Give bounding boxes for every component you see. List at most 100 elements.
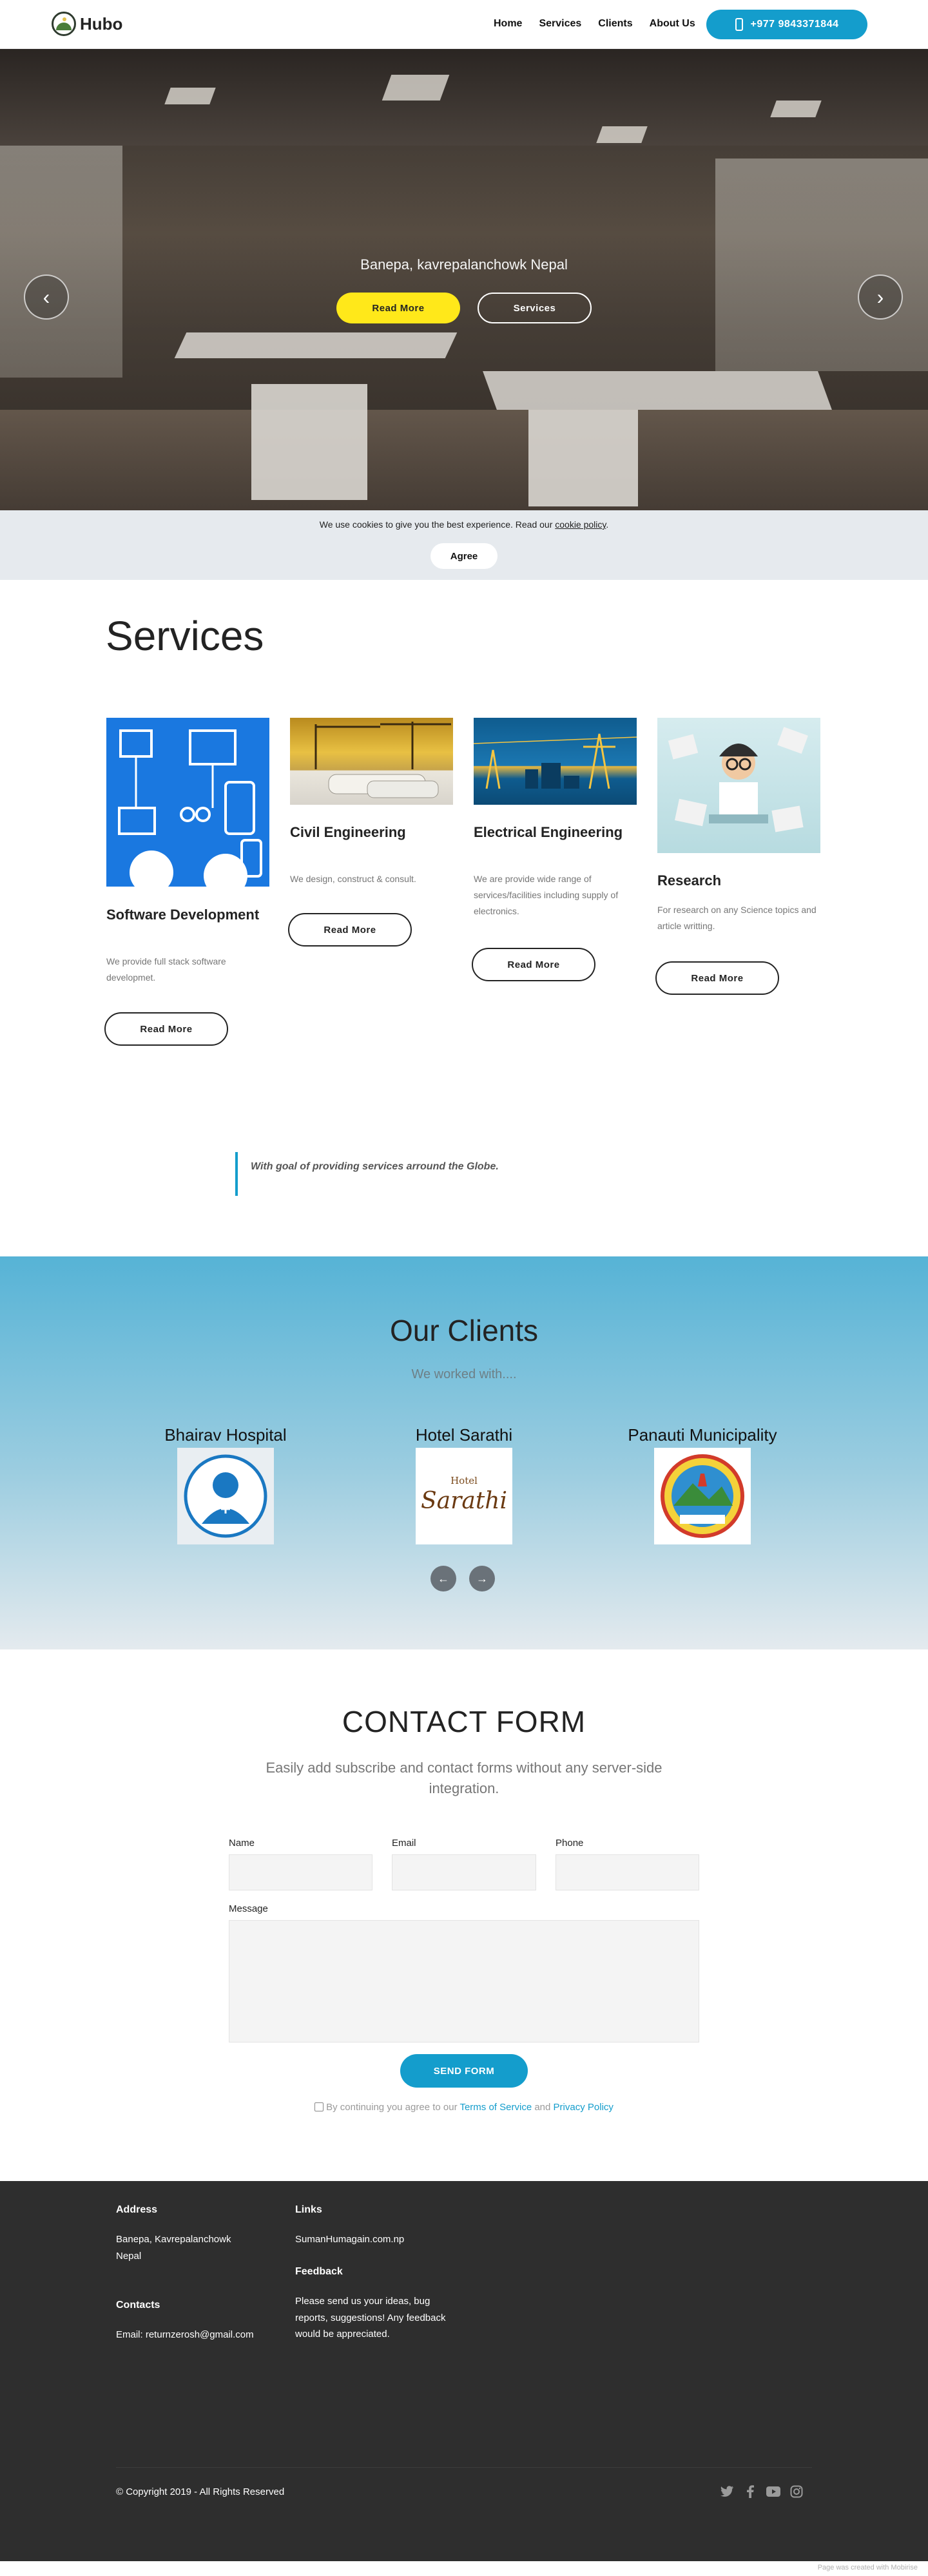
site-link[interactable]: SumanHumagain.com.np bbox=[295, 2231, 404, 2248]
cookie-agree-button[interactable]: Agree bbox=[430, 543, 498, 569]
youtube-icon[interactable] bbox=[766, 2484, 781, 2499]
bhairav-hospital-logo bbox=[177, 1448, 274, 1544]
feedback-text: Please send us your ideas, bug reports, … bbox=[295, 2296, 446, 2340]
municipality-seal-icon bbox=[661, 1454, 744, 1538]
research-illustration bbox=[668, 727, 808, 832]
card-text: We provide full stack software developme… bbox=[106, 956, 226, 983]
electrical-engineering-image bbox=[473, 718, 637, 805]
client-name: Panauti Municipality bbox=[628, 1425, 777, 1445]
hero-cabinet bbox=[251, 384, 367, 500]
ceiling-light bbox=[382, 75, 450, 101]
card-text: We design, construct & consult. bbox=[290, 874, 416, 884]
arrow-left-icon[interactable]: ‹ bbox=[24, 274, 69, 320]
phone-button[interactable]: +977 9843371844 bbox=[706, 10, 867, 39]
research-read-more-button[interactable]: Read More bbox=[655, 961, 779, 995]
logo-sarathi-text: Sarathi bbox=[421, 1488, 507, 1514]
cookie-policy-link[interactable]: cookie policy bbox=[555, 519, 606, 530]
phone-label: Phone bbox=[556, 1838, 584, 1849]
clients-section: Our Clients We worked with.... Bhairav H… bbox=[0, 1256, 928, 1649]
contacts-heading: Contacts bbox=[116, 2300, 160, 2311]
cookie-period: . bbox=[606, 519, 609, 530]
phone-number: +977 9843371844 bbox=[750, 19, 839, 30]
hero-caption: Banepa, kavrepalanchowk Nepal bbox=[360, 256, 568, 273]
links-heading: Links bbox=[295, 2204, 322, 2215]
hero-desk bbox=[174, 332, 458, 358]
hero-slider: Banepa, kavrepalanchowk Nepal Read More … bbox=[0, 49, 928, 510]
civil-illustration bbox=[314, 722, 451, 798]
services-title: Services bbox=[106, 613, 264, 659]
hero-ceiling bbox=[0, 49, 928, 146]
agree-checkbox[interactable] bbox=[314, 2102, 324, 2111]
brand[interactable]: Hubo bbox=[52, 12, 122, 36]
arrow-right-icon[interactable]: › bbox=[858, 274, 903, 320]
terms-agreement: By continuing you agree to our Terms of … bbox=[0, 2102, 928, 2113]
arrow-right-icon[interactable]: → bbox=[469, 1566, 495, 1591]
terms-link[interactable]: Terms of Service bbox=[459, 2102, 532, 2113]
contact-title: CONTACT FORM bbox=[342, 1705, 586, 1738]
instagram-icon[interactable] bbox=[789, 2484, 804, 2499]
address-heading: Address bbox=[116, 2204, 158, 2215]
privacy-link[interactable]: Privacy Policy bbox=[554, 2102, 614, 2113]
navbar: Hubo Home Services Clients About Us +977… bbox=[0, 0, 928, 49]
card-title: Civil Engineering bbox=[290, 824, 406, 840]
arrow-left-icon[interactable]: ← bbox=[430, 1566, 456, 1591]
footer-divider bbox=[116, 2467, 812, 2468]
panauti-municipality-logo bbox=[654, 1448, 751, 1544]
nav-about-us[interactable]: About Us bbox=[650, 18, 695, 30]
software-read-more-button[interactable]: Read More bbox=[104, 1012, 228, 1046]
ceiling-light bbox=[596, 126, 648, 143]
contact-subtitle: Easily add subscribe and contact forms w… bbox=[266, 1760, 662, 1796]
doctor-icon bbox=[184, 1454, 267, 1538]
agree-and: and bbox=[532, 2102, 554, 2113]
brand-logo-icon bbox=[52, 12, 76, 36]
card-title: Research bbox=[657, 872, 722, 889]
civil-engineering-image bbox=[290, 718, 453, 805]
contact-email: Email: returnzerosh@gmail.com bbox=[116, 2329, 254, 2340]
message-label: Message bbox=[229, 1903, 268, 1914]
software-illustration bbox=[106, 718, 269, 887]
research-image bbox=[657, 718, 820, 853]
email-label: Email bbox=[392, 1838, 416, 1849]
clients-title: Our Clients bbox=[389, 1314, 539, 1347]
facebook-icon[interactable] bbox=[742, 2484, 758, 2499]
mobirise-credit[interactable]: Page was created with Mobirise bbox=[818, 2564, 918, 2571]
card-text: For research on any Science topics and a… bbox=[657, 905, 817, 932]
hero-cabinet bbox=[528, 410, 638, 506]
hero-services-button[interactable]: Services bbox=[478, 293, 592, 323]
nav-services[interactable]: Services bbox=[539, 18, 581, 30]
cookie-text: We use cookies to give you the best expe… bbox=[0, 519, 928, 530]
clients-subtitle: We worked with.... bbox=[411, 1367, 517, 1381]
feedback-heading: Feedback bbox=[295, 2266, 343, 2277]
card-title: Software Development bbox=[106, 907, 260, 923]
cookie-message: We use cookies to give you the best expe… bbox=[319, 519, 556, 530]
logo-hotel-text: Hotel bbox=[450, 1475, 478, 1486]
client-name: Bhairav Hospital bbox=[164, 1425, 287, 1445]
electrical-illustration bbox=[473, 733, 637, 789]
email-field[interactable] bbox=[392, 1854, 536, 1890]
quote-bar bbox=[235, 1152, 238, 1196]
hero-desk bbox=[483, 371, 832, 410]
name-field[interactable] bbox=[229, 1854, 372, 1890]
hotel-sarathi-logo: Hotel Sarathi bbox=[416, 1448, 512, 1544]
card-text: We are provide wide range of services/fa… bbox=[474, 874, 619, 917]
address-text: Banepa, Kavrepalanchowk Nepal bbox=[116, 2234, 231, 2262]
twitter-icon[interactable] bbox=[719, 2484, 735, 2499]
card-title: Electrical Engineering bbox=[474, 824, 623, 840]
cookie-banner: We use cookies to give you the best expe… bbox=[0, 510, 928, 580]
nav-home[interactable]: Home bbox=[494, 18, 522, 30]
electrical-read-more-button[interactable]: Read More bbox=[472, 948, 595, 981]
agree-text: By continuing you agree to our bbox=[326, 2102, 460, 2113]
send-form-button[interactable]: SEND FORM bbox=[400, 2054, 528, 2088]
hero-read-more-button[interactable]: Read More bbox=[336, 293, 460, 323]
quote-text: With goal of providing services arround … bbox=[251, 1161, 499, 1172]
bottom-bar: Page was created with Mobirise bbox=[0, 2561, 928, 2576]
nav-clients[interactable]: Clients bbox=[598, 18, 632, 30]
phone-field[interactable] bbox=[556, 1854, 699, 1890]
ceiling-light bbox=[164, 88, 216, 104]
civil-read-more-button[interactable]: Read More bbox=[288, 913, 412, 947]
software-development-image bbox=[106, 718, 269, 887]
message-field[interactable] bbox=[229, 1920, 699, 2043]
footer: Address Banepa, Kavrepalanchowk Nepal Co… bbox=[0, 2181, 928, 2561]
brand-name: Hubo bbox=[80, 14, 123, 34]
mobile-phone-icon bbox=[735, 18, 743, 31]
